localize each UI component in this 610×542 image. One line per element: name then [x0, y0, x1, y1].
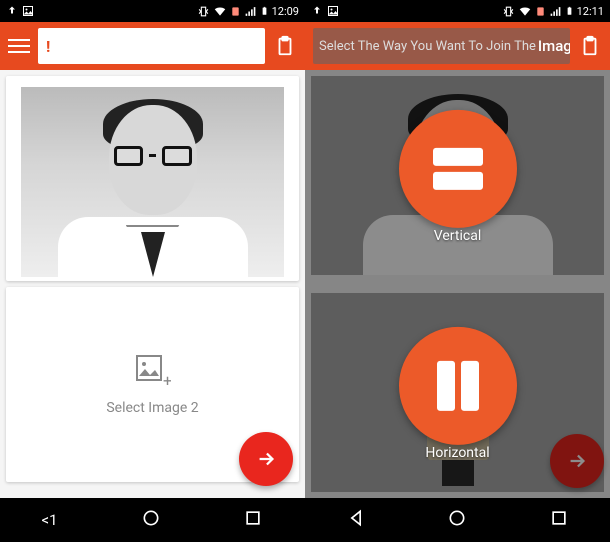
horizontal-label: Horizontal — [425, 445, 489, 461]
status-bar: 12:09 — [0, 0, 305, 22]
clipboard-icon[interactable] — [578, 34, 602, 58]
nav-home-button[interactable] — [447, 508, 467, 532]
dialog-title: Select The Way You Want To Join The Imag… — [313, 28, 570, 64]
status-time: 12:09 — [272, 5, 299, 18]
vibrate-icon — [197, 5, 210, 18]
app-header: Select The Way You Want To Join The Imag… — [305, 22, 610, 70]
horizontal-join-icon — [399, 326, 517, 444]
nav-bar — [305, 498, 610, 542]
image-status-icon — [327, 5, 339, 17]
nav-recent-button[interactable] — [549, 508, 569, 532]
menu-icon[interactable] — [8, 35, 30, 57]
battery-icon — [565, 4, 574, 18]
battery-icon — [260, 4, 269, 18]
vertical-label: Vertical — [434, 228, 481, 244]
sim-icon — [535, 5, 546, 18]
nav-recent-button[interactable] — [243, 508, 263, 532]
image-slot-1[interactable] — [6, 76, 299, 281]
svg-text:+: + — [163, 371, 171, 390]
upload-icon — [6, 5, 18, 17]
sim-icon — [230, 5, 241, 18]
upload-icon — [311, 5, 323, 17]
wifi-icon — [518, 4, 532, 18]
content-area: Vertical Horizontal — [305, 70, 610, 498]
nav-home-button[interactable] — [141, 508, 161, 532]
clipboard-icon[interactable] — [273, 34, 297, 58]
add-image-icon: + — [135, 354, 171, 390]
wifi-icon — [213, 4, 227, 18]
search-input[interactable]: ! — [38, 28, 265, 64]
vertical-join-icon — [399, 109, 517, 227]
content-area: + Select Image 2 — [0, 70, 305, 498]
image-status-icon — [22, 5, 34, 17]
nav-bar: <1 — [0, 498, 305, 542]
phone-screen-left: 12:09 ! + Select Image 2 — [0, 0, 305, 542]
image-slot-2-label: Select Image 2 — [106, 400, 198, 416]
signal-icon — [244, 5, 257, 18]
next-fab-button[interactable] — [239, 432, 293, 486]
selected-image-1 — [21, 87, 285, 277]
signal-icon — [549, 5, 562, 18]
app-header: ! — [0, 22, 305, 70]
search-value: ! — [46, 37, 50, 56]
join-option-vertical[interactable]: Vertical — [305, 70, 610, 281]
nav-back-button[interactable]: <1 — [41, 511, 57, 529]
status-time: 12:11 — [577, 5, 604, 18]
nav-back-button[interactable] — [346, 508, 366, 532]
phone-screen-right: 12:11 Select The Way You Want To Join Th… — [305, 0, 610, 542]
status-bar: 12:11 — [305, 0, 610, 22]
join-option-horizontal[interactable]: Horizontal — [305, 287, 610, 498]
vibrate-icon — [502, 5, 515, 18]
next-fab-button[interactable] — [550, 434, 604, 488]
